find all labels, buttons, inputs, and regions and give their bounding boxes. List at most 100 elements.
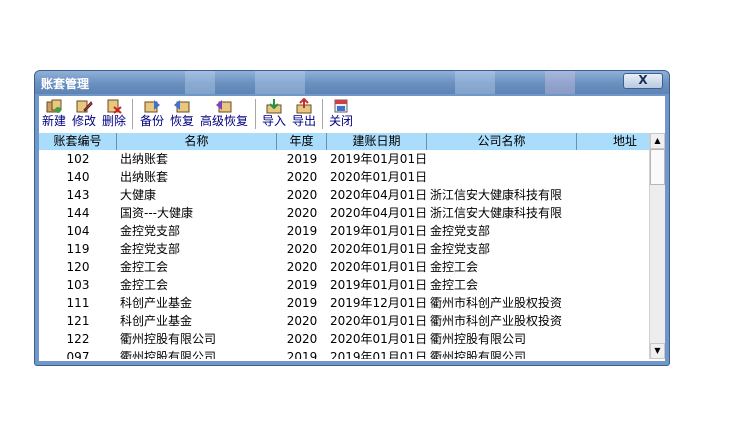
delete-icon [107,99,122,114]
cell-date: 2019年01月01日 [330,350,427,359]
column-header-name[interactable]: 名称 [117,133,277,150]
window-close-button[interactable]: X [623,73,663,89]
close-door-icon [334,99,348,113]
cell-date: 2019年12月01日 [330,296,427,310]
cell-year: 2020 [286,188,318,202]
cell-company: 衢州市科创产业股权投资 [430,314,563,328]
cell-company: 浙江信安大健康科技有限 [430,188,563,202]
cell-name: 金控党支部 [120,224,181,238]
backup-icon [144,100,160,113]
cell-code: 097 [66,350,90,359]
cell-year: 2019 [286,224,318,238]
cell-name: 衢州控股有限公司 [120,350,217,359]
table-row[interactable]: 140 出纳账套 2020 2020年01月01日 [39,168,649,186]
cell-company: 金控党支部 [430,242,491,256]
backup-label: 备份 [139,114,164,128]
column-header-code[interactable]: 账套编号 [39,133,117,150]
cell-name: 衢州控股有限公司 [120,332,217,346]
cell-code: 122 [66,332,90,346]
advanced-restore-button[interactable]: 高级恢复 [199,98,249,130]
cell-date: 2020年01月01日 [330,314,427,328]
cell-year: 2019 [286,278,318,292]
export-icon [296,98,312,114]
column-header-date[interactable]: 建账日期 [327,133,427,150]
import-button[interactable]: 导入 [261,98,287,130]
cell-company [427,150,577,168]
table-row[interactable]: 143 大健康 2020 2020年04月01日 浙江信安大健康科技有限 [39,186,649,204]
restore-icon [174,100,190,113]
account-set-table[interactable]: 账套编号 名称 年度 建账日期 公司名称 地址 102 出纳账套 2019 2019年… [39,133,665,359]
backup-button[interactable]: 备份 [139,98,165,130]
cell-date: 2020年01月01日 [330,260,427,274]
cell-date: 2020年04月01日 [330,188,427,202]
cell-company: 衢州市科创产业股权投资 [430,296,563,310]
cell-company: 衢州控股有限公司 [430,332,527,346]
restore-button[interactable]: 恢复 [169,98,195,130]
vertical-scrollbar[interactable]: ▲ ▼ [649,133,665,359]
edit-label: 修改 [71,114,96,128]
cell-name: 出纳账套 [120,152,169,166]
cell-code: 111 [66,296,90,310]
table-row[interactable]: 104 金控党支部 2019 2019年01月01日 金控党支部 [39,222,649,240]
cell-year: 2020 [286,170,318,184]
cell-company: 金控工会 [430,278,479,292]
new-button[interactable]: 新建 [41,98,67,130]
table-row[interactable]: 120 金控工会 2020 2020年01月01日 金控工会 [39,258,649,276]
table-row[interactable]: 119 金控党支部 2020 2020年01月01日 金控党支部 [39,240,649,258]
table-row[interactable]: 103 金控工会 2019 2019年01月01日 金控工会 [39,276,649,294]
cell-company: 金控党支部 [430,224,491,238]
table-row[interactable]: 122 衢州控股有限公司 2020 2020年01月01日 衢州控股有限公司 [39,330,649,348]
cell-year: 2020 [286,332,318,346]
cell-code: 104 [66,224,90,238]
cell-company: 金控工会 [430,260,479,274]
cell-code: 140 [66,170,90,184]
column-header-year[interactable]: 年度 [277,133,327,150]
cell-date: 2020年04月01日 [330,206,427,220]
scrollbar-thumb[interactable] [650,149,665,185]
cell-name: 金控党支部 [120,242,181,256]
cell-date: 2019年01月01日 [330,152,427,166]
close-button[interactable]: 关闭 [328,98,354,130]
new-label: 新建 [41,114,66,128]
table-row[interactable]: 111 科创产业基金 2019 2019年12月01日 衢州市科创产业股权投资 [39,294,649,312]
titlebar-decoration [185,71,305,94]
client-area: 新建 修改 删除 备份 恢复 高级恢复 导入 导出 关闭 账套编号 名称 年度 … [39,96,665,361]
edit-button[interactable]: 修改 [71,98,97,130]
cell-company: 衢州控股有限公司 [430,350,527,359]
cell-name: 大健康 [120,188,157,202]
toolbar-separator-3 [322,99,324,129]
edit-icon [76,100,93,113]
cell-company [427,168,577,186]
scroll-down-arrow-icon[interactable]: ▼ [650,343,665,359]
cell-code: 102 [66,152,90,166]
cell-name: 金控工会 [120,260,169,274]
export-label: 导出 [291,114,316,128]
cell-date: 2019年01月01日 [330,278,427,292]
delete-button[interactable]: 删除 [101,98,127,130]
delete-label: 删除 [101,114,126,128]
column-header-address[interactable]: 地址 [577,133,649,150]
table-row[interactable]: 102 出纳账套 2019 2019年01月01日 [39,150,649,168]
cell-year: 2020 [286,206,318,220]
import-icon [266,99,282,114]
column-header-company[interactable]: 公司名称 [427,133,577,150]
title-bar[interactable]: 账套管理 X [35,71,669,94]
advanced-restore-icon [216,100,232,113]
table-row[interactable]: 144 国资---大健康 2020 2020年04月01日 浙江信安大健康科技有限 [39,204,649,222]
toolbar-separator-2 [255,99,257,129]
cell-name: 国资---大健康 [120,206,193,220]
cell-code: 119 [66,242,90,256]
table-row[interactable]: 097 衢州控股有限公司 2019 2019年01月01日 衢州控股有限公司 [39,348,649,359]
window-title: 账套管理 [41,77,90,91]
scroll-up-arrow-icon[interactable]: ▲ [650,133,665,149]
cell-year: 2020 [286,260,318,274]
cell-code: 144 [66,206,90,220]
cell-name: 金控工会 [120,278,169,292]
cell-code: 120 [66,260,90,274]
cell-code: 121 [66,314,90,328]
table-row[interactable]: 121 科创产业基金 2020 2020年01月01日 衢州市科创产业股权投资 [39,312,649,330]
cell-name: 科创产业基金 [120,314,193,328]
export-button[interactable]: 导出 [291,98,317,130]
toolbar: 新建 修改 删除 备份 恢复 高级恢复 导入 导出 关闭 [39,96,665,132]
restore-label: 恢复 [169,114,194,128]
